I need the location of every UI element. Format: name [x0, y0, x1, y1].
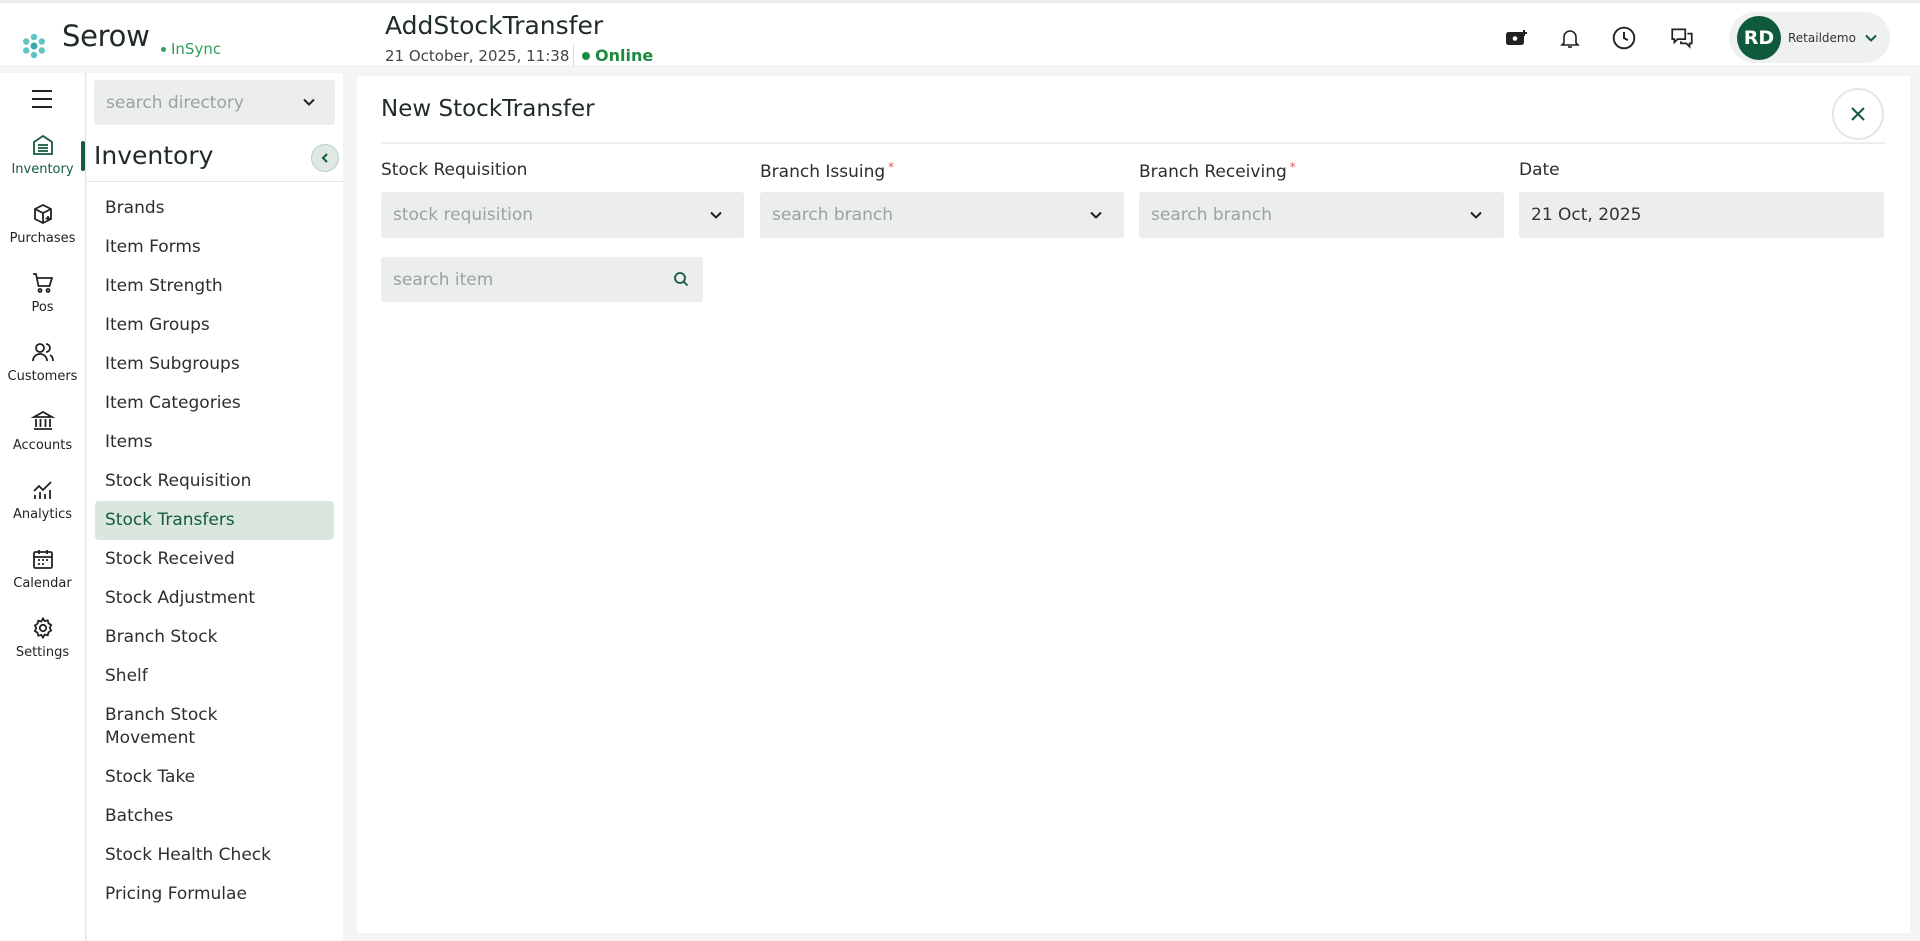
menu-item-branch-stock-movement[interactable]: Branch Stock Movement: [95, 696, 334, 758]
rail-item-purchases[interactable]: Purchases: [0, 200, 85, 246]
user-name: Retaildemo: [1788, 30, 1856, 45]
branch-receiving-select[interactable]: [1139, 192, 1504, 238]
form-title: New StockTransfer: [381, 96, 595, 122]
branch-receiving-input[interactable]: [1151, 205, 1411, 225]
menu-item-pricing-formulae[interactable]: Pricing Formulae: [95, 875, 334, 914]
chevron-down-icon[interactable]: [1088, 207, 1104, 227]
menu-item-batches[interactable]: Batches: [95, 797, 334, 836]
menu-item-item-strength[interactable]: Item Strength: [95, 267, 334, 306]
bank-icon: [0, 407, 85, 435]
stock-requisition-input[interactable]: [393, 205, 653, 225]
stock-requisition-select[interactable]: [381, 192, 744, 238]
branch-receiving-label: Branch Receiving *: [1139, 160, 1296, 182]
stock-requisition-label: Stock Requisition: [381, 160, 528, 180]
rail-item-calendar[interactable]: Calendar: [0, 545, 85, 591]
brand-name: Serow: [62, 19, 150, 53]
date-input[interactable]: [1531, 205, 1791, 225]
cart-icon: [0, 269, 85, 297]
menu-item-item-groups[interactable]: Item Groups: [95, 306, 334, 345]
search-icon[interactable]: [673, 271, 689, 291]
menu-item-item-subgroups[interactable]: Item Subgroups: [95, 345, 334, 384]
menu-item-stock-take[interactable]: Stock Take: [95, 758, 334, 797]
menu-item-items[interactable]: Items: [95, 423, 334, 462]
analytics-icon: [0, 476, 85, 504]
user-menu[interactable]: RD Retaildemo: [1729, 12, 1890, 63]
icon-rail: Inventory Purchases Pos Customers Accoun…: [0, 73, 86, 941]
menu-item-item-categories[interactable]: Item Categories: [95, 384, 334, 423]
serow-logo-icon: [23, 33, 45, 59]
divider: [87, 181, 343, 182]
item-search-input[interactable]: [393, 269, 653, 290]
rail-item-inventory[interactable]: Inventory: [0, 131, 85, 177]
inventory-menu: Brands Item Forms Item Strength Item Gro…: [95, 189, 334, 914]
branch-issuing-label: Branch Issuing *: [760, 160, 895, 182]
inventory-sidebar: Inventory Brands Item Forms Item Strengt…: [87, 73, 343, 941]
date-field[interactable]: [1519, 192, 1884, 238]
menu-item-item-forms[interactable]: Item Forms: [95, 228, 334, 267]
chevron-down-icon[interactable]: [1468, 207, 1484, 227]
current-datetime: 21 October, 2025, 11:38: [385, 47, 570, 65]
item-search[interactable]: [381, 257, 703, 302]
directory-search[interactable]: [94, 80, 335, 125]
customers-icon: [0, 338, 85, 366]
divider: [381, 142, 1885, 144]
branch-issuing-select[interactable]: [760, 192, 1124, 238]
gear-icon: [0, 614, 85, 642]
section-title: Inventory: [94, 141, 214, 170]
menu-item-stock-health-check[interactable]: Stock Health Check: [95, 836, 334, 875]
rail-item-analytics[interactable]: Analytics: [0, 476, 85, 522]
rail-item-customers[interactable]: Customers: [0, 338, 85, 384]
date-label: Date: [1519, 160, 1560, 180]
hamburger-menu-icon[interactable]: [30, 89, 54, 113]
clock-icon[interactable]: [1609, 23, 1639, 53]
online-status: Online: [582, 46, 653, 65]
add-cash-icon[interactable]: [1502, 23, 1532, 53]
divider: [573, 44, 574, 66]
chevron-down-icon[interactable]: [708, 207, 724, 227]
menu-item-stock-adjustment[interactable]: Stock Adjustment: [95, 579, 334, 618]
stock-transfer-form: New StockTransfer Stock Requisition Bran…: [357, 76, 1910, 933]
sync-status: InSync: [161, 40, 221, 58]
menu-item-stock-transfers[interactable]: Stock Transfers: [95, 501, 334, 540]
rail-item-settings[interactable]: Settings: [0, 614, 85, 660]
menu-item-shelf[interactable]: Shelf: [95, 657, 334, 696]
branch-issuing-input[interactable]: [772, 205, 1032, 225]
chevron-down-icon: [1864, 31, 1878, 45]
collapse-sidebar-button[interactable]: [311, 144, 339, 172]
chevron-left-icon: [321, 153, 328, 163]
directory-search-input[interactable]: [106, 92, 296, 113]
menu-item-stock-received[interactable]: Stock Received: [95, 540, 334, 579]
close-icon: [1851, 107, 1865, 121]
rail-item-pos[interactable]: Pos: [0, 269, 85, 315]
top-header: Serow InSync AddStockTransfer 21 October…: [0, 0, 1920, 66]
close-button[interactable]: [1832, 88, 1884, 140]
menu-item-brands[interactable]: Brands: [95, 189, 334, 228]
menu-item-branch-stock[interactable]: Branch Stock: [95, 618, 334, 657]
inventory-icon: [0, 131, 85, 159]
menu-item-stock-requisition[interactable]: Stock Requisition: [95, 462, 334, 501]
page-title: AddStockTransfer: [385, 11, 604, 40]
purchases-icon: [0, 200, 85, 228]
chevron-down-icon[interactable]: [301, 94, 317, 114]
chat-icon[interactable]: [1667, 23, 1697, 53]
rail-item-accounts[interactable]: Accounts: [0, 407, 85, 453]
calendar-icon: [0, 545, 85, 573]
bell-icon[interactable]: [1555, 23, 1585, 53]
avatar: RD: [1737, 15, 1781, 60]
